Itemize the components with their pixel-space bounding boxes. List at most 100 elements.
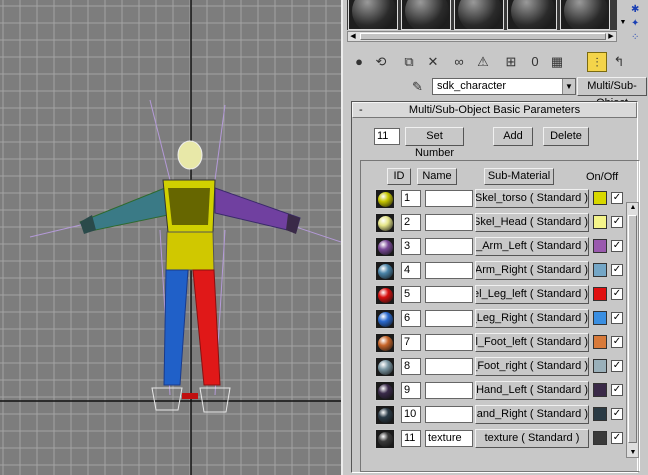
on-off-checkbox[interactable]: ✓ bbox=[611, 360, 623, 372]
backlight-icon[interactable]: ✦ bbox=[631, 18, 645, 30]
id-field[interactable]: 2 bbox=[401, 214, 421, 231]
sort-by-submaterial-button[interactable]: Sub-Material bbox=[484, 168, 554, 185]
material-preview-ball[interactable] bbox=[375, 333, 395, 353]
pick-from-object-icon[interactable]: ✎ bbox=[412, 79, 423, 95]
material-count-input[interactable]: 11 bbox=[374, 128, 400, 145]
on-off-checkbox[interactable]: ✓ bbox=[611, 264, 623, 276]
id-field[interactable]: 4 bbox=[401, 262, 421, 279]
character-model[interactable] bbox=[29, 99, 341, 413]
on-off-checkbox[interactable]: ✓ bbox=[611, 312, 623, 324]
color-swatch[interactable] bbox=[593, 239, 607, 253]
material-preview-ball[interactable] bbox=[375, 261, 395, 281]
material-slot[interactable] bbox=[560, 0, 610, 30]
material-preview-ball[interactable] bbox=[375, 405, 395, 425]
sub-material-button[interactable]: Skel_Head ( Standard ) bbox=[475, 213, 589, 232]
id-field[interactable]: 8 bbox=[401, 358, 421, 375]
set-number-button[interactable]: Set Number bbox=[405, 127, 464, 159]
name-field[interactable] bbox=[425, 262, 473, 279]
material-name-field[interactable]: sdk_character ▼ bbox=[432, 78, 576, 95]
chevron-down-icon[interactable]: ▼ bbox=[562, 79, 575, 94]
id-field[interactable]: 1 bbox=[401, 190, 421, 207]
on-off-checkbox[interactable]: ✓ bbox=[611, 408, 623, 420]
sub-material-button[interactable]: Skel_Arm_Right ( Standard ) bbox=[475, 261, 589, 280]
put-to-library-icon[interactable]: ⊞ bbox=[501, 52, 521, 72]
color-swatch[interactable] bbox=[593, 215, 607, 229]
id-field[interactable]: 5 bbox=[401, 286, 421, 303]
name-field[interactable] bbox=[425, 190, 473, 207]
on-off-checkbox[interactable]: ✓ bbox=[611, 432, 623, 444]
on-off-checkbox[interactable]: ✓ bbox=[611, 288, 623, 300]
sub-material-button[interactable]: Skel_torso ( Standard ) bbox=[475, 189, 589, 208]
id-field[interactable]: 10 bbox=[401, 406, 421, 423]
sort-by-id-button[interactable]: ID bbox=[387, 168, 411, 185]
viewport-canvas[interactable] bbox=[0, 0, 341, 475]
make-unique-icon[interactable]: ⚠ bbox=[473, 52, 493, 72]
name-field[interactable]: texture bbox=[425, 430, 473, 447]
viewport[interactable] bbox=[0, 0, 341, 475]
material-slot[interactable] bbox=[348, 0, 398, 30]
name-field[interactable] bbox=[425, 358, 473, 375]
color-swatch[interactable] bbox=[593, 431, 607, 445]
name-field[interactable] bbox=[425, 334, 473, 351]
add-button[interactable]: Add bbox=[493, 127, 533, 146]
name-field[interactable] bbox=[425, 406, 473, 423]
collapse-toggle[interactable]: - bbox=[359, 103, 363, 117]
sort-by-name-button[interactable]: Name bbox=[417, 168, 457, 185]
color-swatch[interactable] bbox=[593, 407, 607, 421]
rollout-header[interactable]: - Multi/Sub-Object Basic Parameters bbox=[352, 102, 637, 118]
assign-material-icon[interactable]: ⧉ bbox=[399, 52, 419, 72]
sample-type-icon[interactable]: ✱ bbox=[631, 4, 645, 16]
material-slot[interactable] bbox=[507, 0, 557, 30]
material-preview-ball[interactable] bbox=[375, 237, 395, 257]
on-off-checkbox[interactable]: ✓ bbox=[611, 240, 623, 252]
delete-button[interactable]: Delete bbox=[543, 127, 589, 146]
material-slot[interactable] bbox=[454, 0, 504, 30]
scroll-left-arrow-icon[interactable]: ◀ bbox=[348, 32, 358, 41]
sub-material-button[interactable]: Skel_Hand_Left ( Standard ) bbox=[475, 381, 589, 400]
go-to-parent-icon[interactable]: ↰ bbox=[609, 52, 629, 72]
name-field[interactable] bbox=[425, 238, 473, 255]
get-material-icon[interactable]: ● bbox=[349, 52, 369, 72]
color-swatch[interactable] bbox=[593, 311, 607, 325]
material-effects-channel-icon[interactable]: 0 bbox=[525, 52, 545, 72]
sub-material-button[interactable]: Skel_Foot_left ( Standard ) bbox=[475, 333, 589, 352]
scroll-right-arrow-icon[interactable]: ▶ bbox=[606, 32, 616, 41]
scrollbar-thumb[interactable] bbox=[628, 215, 637, 443]
material-preview-ball[interactable] bbox=[375, 213, 395, 233]
reset-map-icon[interactable]: ✕ bbox=[423, 52, 443, 72]
color-swatch[interactable] bbox=[593, 263, 607, 277]
material-type-button[interactable]: Multi/Sub-Object bbox=[577, 77, 647, 109]
id-field[interactable]: 6 bbox=[401, 310, 421, 327]
sub-material-button[interactable]: texture ( Standard ) bbox=[475, 429, 589, 448]
material-preview-ball[interactable] bbox=[375, 381, 395, 401]
put-to-scene-icon[interactable]: ⟲ bbox=[371, 52, 391, 72]
id-field[interactable]: 3 bbox=[401, 238, 421, 255]
material-preview-ball[interactable] bbox=[375, 189, 395, 209]
background-icon[interactable]: ⁘ bbox=[631, 32, 645, 44]
make-copy-icon[interactable]: ∞ bbox=[449, 52, 469, 72]
show-end-result-icon[interactable]: ⫶ bbox=[587, 52, 607, 72]
sub-material-button[interactable]: Skel_Hand_Right ( Standard ) bbox=[475, 405, 589, 424]
id-field[interactable]: 9 bbox=[401, 382, 421, 399]
sub-material-button[interactable]: Skel_Leg_left ( Standard ) bbox=[475, 285, 589, 304]
material-preview-ball[interactable] bbox=[375, 357, 395, 377]
name-field[interactable] bbox=[425, 214, 473, 231]
on-off-checkbox[interactable]: ✓ bbox=[611, 336, 623, 348]
id-field[interactable]: 7 bbox=[401, 334, 421, 351]
list-vertical-scrollbar[interactable]: ▲ ▼ bbox=[626, 202, 639, 458]
sub-material-button[interactable]: Skel_Foot_right ( Standard ) bbox=[475, 357, 589, 376]
on-off-checkbox[interactable]: ✓ bbox=[611, 216, 623, 228]
color-swatch[interactable] bbox=[593, 383, 607, 397]
scroll-down-arrow-icon[interactable]: ▼ bbox=[618, 18, 628, 27]
show-map-in-viewport-icon[interactable]: ▦ bbox=[547, 52, 567, 72]
scrollbar-thumb[interactable] bbox=[360, 33, 606, 40]
name-field[interactable] bbox=[425, 382, 473, 399]
material-slot[interactable] bbox=[401, 0, 451, 30]
on-off-checkbox[interactable]: ✓ bbox=[611, 192, 623, 204]
color-swatch[interactable] bbox=[593, 335, 607, 349]
material-preview-ball[interactable] bbox=[375, 309, 395, 329]
material-preview-ball[interactable] bbox=[375, 285, 395, 305]
color-swatch[interactable] bbox=[593, 191, 607, 205]
sub-material-button[interactable]: Skel_Arm_Left ( Standard ) bbox=[475, 237, 589, 256]
scroll-up-arrow-icon[interactable]: ▲ bbox=[628, 203, 638, 212]
